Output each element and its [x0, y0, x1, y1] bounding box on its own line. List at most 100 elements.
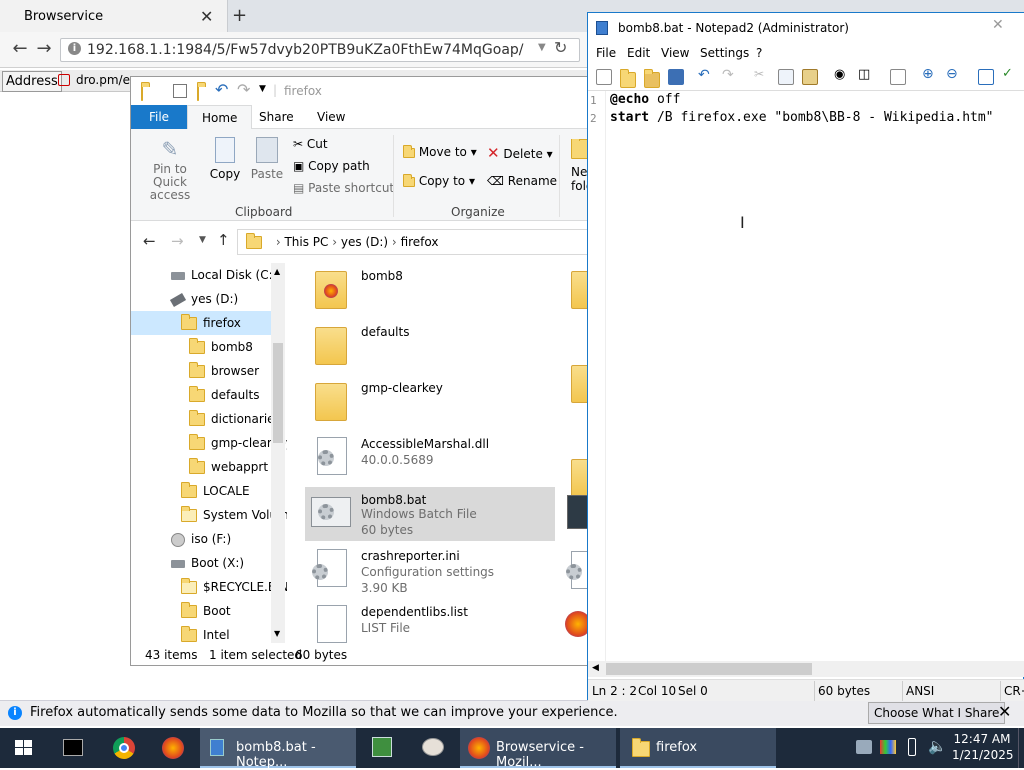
- tree-item-firefox[interactable]: firefox: [131, 311, 271, 335]
- paste-icon[interactable]: [802, 69, 818, 85]
- code-line[interactable]: @echo off: [610, 92, 680, 107]
- tree-item-boot-drive[interactable]: Boot (X:): [171, 551, 244, 575]
- list-item[interactable]: dependentlibs.list LIST File: [305, 599, 555, 643]
- usb-eject-icon[interactable]: [908, 738, 916, 756]
- move-to-button[interactable]: Move to ▾: [403, 144, 477, 159]
- pin-to-quick-access-button[interactable]: ✎ Pin to Quick access: [139, 137, 201, 202]
- tab-home[interactable]: Home: [187, 105, 253, 129]
- url-dropdown-icon[interactable]: ▼: [538, 42, 546, 53]
- menu-settings[interactable]: Settings: [700, 46, 749, 60]
- line-endings[interactable]: CR+: [1004, 684, 1024, 698]
- tree-item-local-disk[interactable]: Local Disk (C:): [171, 263, 277, 287]
- paste-button[interactable]: Paste: [249, 137, 285, 181]
- redo-icon[interactable]: ↷: [237, 80, 250, 99]
- new-tab-icon[interactable]: +: [232, 5, 247, 26]
- breadcrumb-folder[interactable]: firefox: [401, 235, 439, 249]
- taskbar-paint[interactable]: [412, 728, 454, 768]
- tree-item-iso-drive[interactable]: iso (F:): [171, 527, 231, 551]
- back-icon[interactable]: ←: [8, 37, 32, 61]
- up-icon[interactable]: ↑: [217, 231, 230, 249]
- menu-edit[interactable]: Edit: [627, 46, 650, 60]
- list-item-selected[interactable]: bomb8.bat Windows Batch File 60 bytes: [305, 487, 555, 541]
- tree-item-intel[interactable]: Intel: [181, 623, 230, 643]
- list-item[interactable]: defaults: [305, 319, 555, 373]
- qat-dropdown-icon[interactable]: ▼: [259, 84, 266, 94]
- cut-button[interactable]: ✂ Cut: [293, 137, 328, 151]
- taskbar-app[interactable]: [362, 728, 404, 768]
- properties-icon[interactable]: [173, 84, 187, 98]
- taskbar-chrome[interactable]: [102, 728, 144, 768]
- breadcrumb[interactable]: › This PC › yes (D:) › firefox: [237, 229, 597, 255]
- zoom-out-icon[interactable]: ⊖: [946, 66, 962, 82]
- taskbar-notepad[interactable]: bomb8.bat - Notep...: [200, 728, 356, 770]
- taskbar-browservice[interactable]: Browservice - Mozil...: [460, 728, 616, 770]
- tab-file[interactable]: File: [131, 105, 187, 129]
- browser-tab[interactable]: Browservice: [0, 0, 228, 32]
- taskbar-explorer[interactable]: firefox: [620, 728, 776, 768]
- volume-icon[interactable]: 🔈: [928, 737, 947, 755]
- start-button[interactable]: [0, 728, 48, 768]
- back-icon[interactable]: ←: [143, 232, 156, 250]
- list-item[interactable]: crashreporter.ini Configuration settings…: [305, 543, 555, 597]
- tree-item-webapprt[interactable]: webapprt: [189, 455, 268, 479]
- breadcrumb-drive[interactable]: yes (D:): [341, 235, 388, 249]
- url-input[interactable]: 192.168.1.1:1984/5/Fw57dvyb20PTB9uKZa0Ft…: [60, 38, 580, 62]
- paste-shortcut-button[interactable]: ▤ Paste shortcut: [293, 181, 394, 195]
- menu-view[interactable]: View: [661, 46, 689, 60]
- browse-icon[interactable]: [644, 69, 660, 88]
- tab-close-icon[interactable]: ✕: [200, 7, 213, 26]
- save-icon[interactable]: [668, 69, 684, 85]
- scroll-thumb[interactable]: [273, 343, 283, 443]
- goto-icon[interactable]: [890, 69, 906, 85]
- redo-icon[interactable]: ↷: [722, 67, 738, 83]
- list-item[interactable]: AccessibleMarshal.dll 40.0.0.5689: [305, 431, 555, 485]
- tree-item-browser[interactable]: browser: [189, 359, 259, 383]
- menu-file[interactable]: File: [596, 46, 616, 60]
- site-info-icon[interactable]: i: [68, 42, 81, 55]
- reload-icon[interactable]: ↻: [554, 38, 567, 57]
- tree-item-locale[interactable]: LOCALE: [181, 479, 250, 503]
- menu-help[interactable]: ?: [756, 46, 762, 60]
- tree-item-boot[interactable]: Boot: [181, 599, 231, 623]
- tree-item-bomb8[interactable]: bomb8: [189, 335, 253, 359]
- copy-to-button[interactable]: Copy to ▾: [403, 173, 475, 188]
- breadcrumb-this-pc[interactable]: This PC: [284, 235, 328, 249]
- cut-icon[interactable]: ✂: [754, 67, 770, 83]
- editor[interactable]: 1 2 @echo off start /B firefox.exe "bomb…: [588, 91, 1024, 661]
- title-bar[interactable]: bomb8.bat - Notepad2 (Administrator) ✕: [588, 13, 1024, 43]
- notification-close-icon[interactable]: ✕: [998, 702, 1011, 721]
- undo-icon[interactable]: ↶: [215, 80, 228, 99]
- customize-icon[interactable]: ✓: [1002, 66, 1018, 82]
- forward-icon[interactable]: →: [32, 37, 56, 61]
- copy-button[interactable]: Copy: [207, 137, 243, 181]
- scroll-up-icon[interactable]: ▲: [274, 267, 280, 276]
- choose-what-i-share-button[interactable]: Choose What I Share: [868, 702, 1006, 724]
- network-icon[interactable]: [856, 740, 872, 754]
- copy-path-button[interactable]: ▣ Copy path: [293, 159, 370, 173]
- scroll-left-icon[interactable]: ◀: [592, 663, 599, 673]
- delete-button[interactable]: ✕ Delete ▾: [487, 144, 553, 162]
- new-file-icon[interactable]: [596, 69, 612, 85]
- code-line[interactable]: start /B firefox.exe "bomb8\BB-8 - Wikip…: [610, 110, 994, 125]
- show-desktop-button[interactable]: [1018, 728, 1024, 768]
- address-value[interactable]: dro.pm/e: [76, 73, 130, 87]
- scroll-thumb[interactable]: [606, 663, 812, 675]
- replace-icon[interactable]: ◫: [858, 67, 874, 83]
- taskbar-firefox[interactable]: [152, 728, 194, 768]
- clock[interactable]: 12:47 AM 1/21/2025: [952, 731, 1014, 763]
- new-folder-icon[interactable]: [197, 85, 199, 101]
- list-item[interactable]: gmp-clearkey: [305, 375, 555, 429]
- undo-icon[interactable]: ↶: [698, 67, 714, 83]
- recent-locations-icon[interactable]: ▼: [199, 235, 206, 245]
- navigation-scrollbar[interactable]: ▲ ▼: [271, 263, 285, 643]
- scroll-down-icon[interactable]: ▼: [274, 629, 280, 638]
- tree-item-yes-drive[interactable]: yes (D:): [169, 287, 238, 311]
- copy-icon[interactable]: [778, 69, 794, 85]
- tree-item-dictionaries[interactable]: dictionaries: [189, 407, 281, 431]
- tray-app-icon[interactable]: [880, 740, 896, 754]
- rename-button[interactable]: ⌫ Rename: [487, 174, 557, 188]
- scheme-icon[interactable]: [978, 69, 994, 85]
- encoding[interactable]: ANSI: [906, 684, 934, 698]
- find-icon[interactable]: ◉: [834, 67, 850, 83]
- taskbar-terminal[interactable]: [52, 728, 94, 768]
